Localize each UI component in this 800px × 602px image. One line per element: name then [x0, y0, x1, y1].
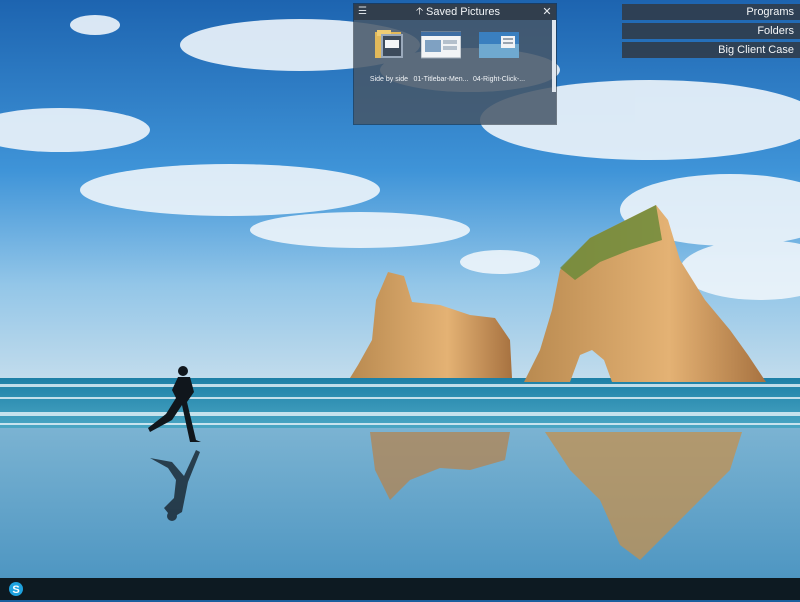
svg-text:S: S	[12, 584, 19, 596]
fence-item-label: Side by side	[369, 76, 409, 83]
fence-item-titlebar-screenshot[interactable]: 01-Titlebar-Men...	[412, 22, 470, 88]
hamburger-menu-icon[interactable]: ☰	[358, 4, 368, 20]
screenshot-thumbnail-icon	[420, 28, 462, 60]
fence-scrollbar[interactable]	[552, 20, 556, 92]
arrow-up-icon[interactable]: 🡡	[416, 4, 426, 20]
folder-icon	[369, 28, 409, 60]
folders-fence[interactable]: Folders	[622, 23, 800, 39]
taskbar	[0, 578, 800, 600]
fence-item-label: 04-Right-Click-...	[472, 76, 526, 83]
fence-item-right-click-screenshot[interactable]: 04-Right-Click-...	[470, 22, 528, 88]
fence-titlebar[interactable]: ☰ 🡡 Saved Pictures ✕	[354, 4, 556, 20]
close-icon[interactable]: ✕	[542, 4, 552, 20]
fence-item-side-by-side[interactable]: Side by side	[360, 22, 418, 88]
programs-fence[interactable]: Programs	[622, 4, 800, 20]
big-client-case-fence[interactable]: Big Client Case	[622, 42, 800, 58]
fence-title: Saved Pictures	[426, 6, 500, 18]
fence-item-label: 01-Titlebar-Men...	[413, 76, 469, 83]
skype-icon[interactable]: S	[8, 581, 24, 597]
screenshot-thumbnail-icon	[475, 28, 523, 60]
